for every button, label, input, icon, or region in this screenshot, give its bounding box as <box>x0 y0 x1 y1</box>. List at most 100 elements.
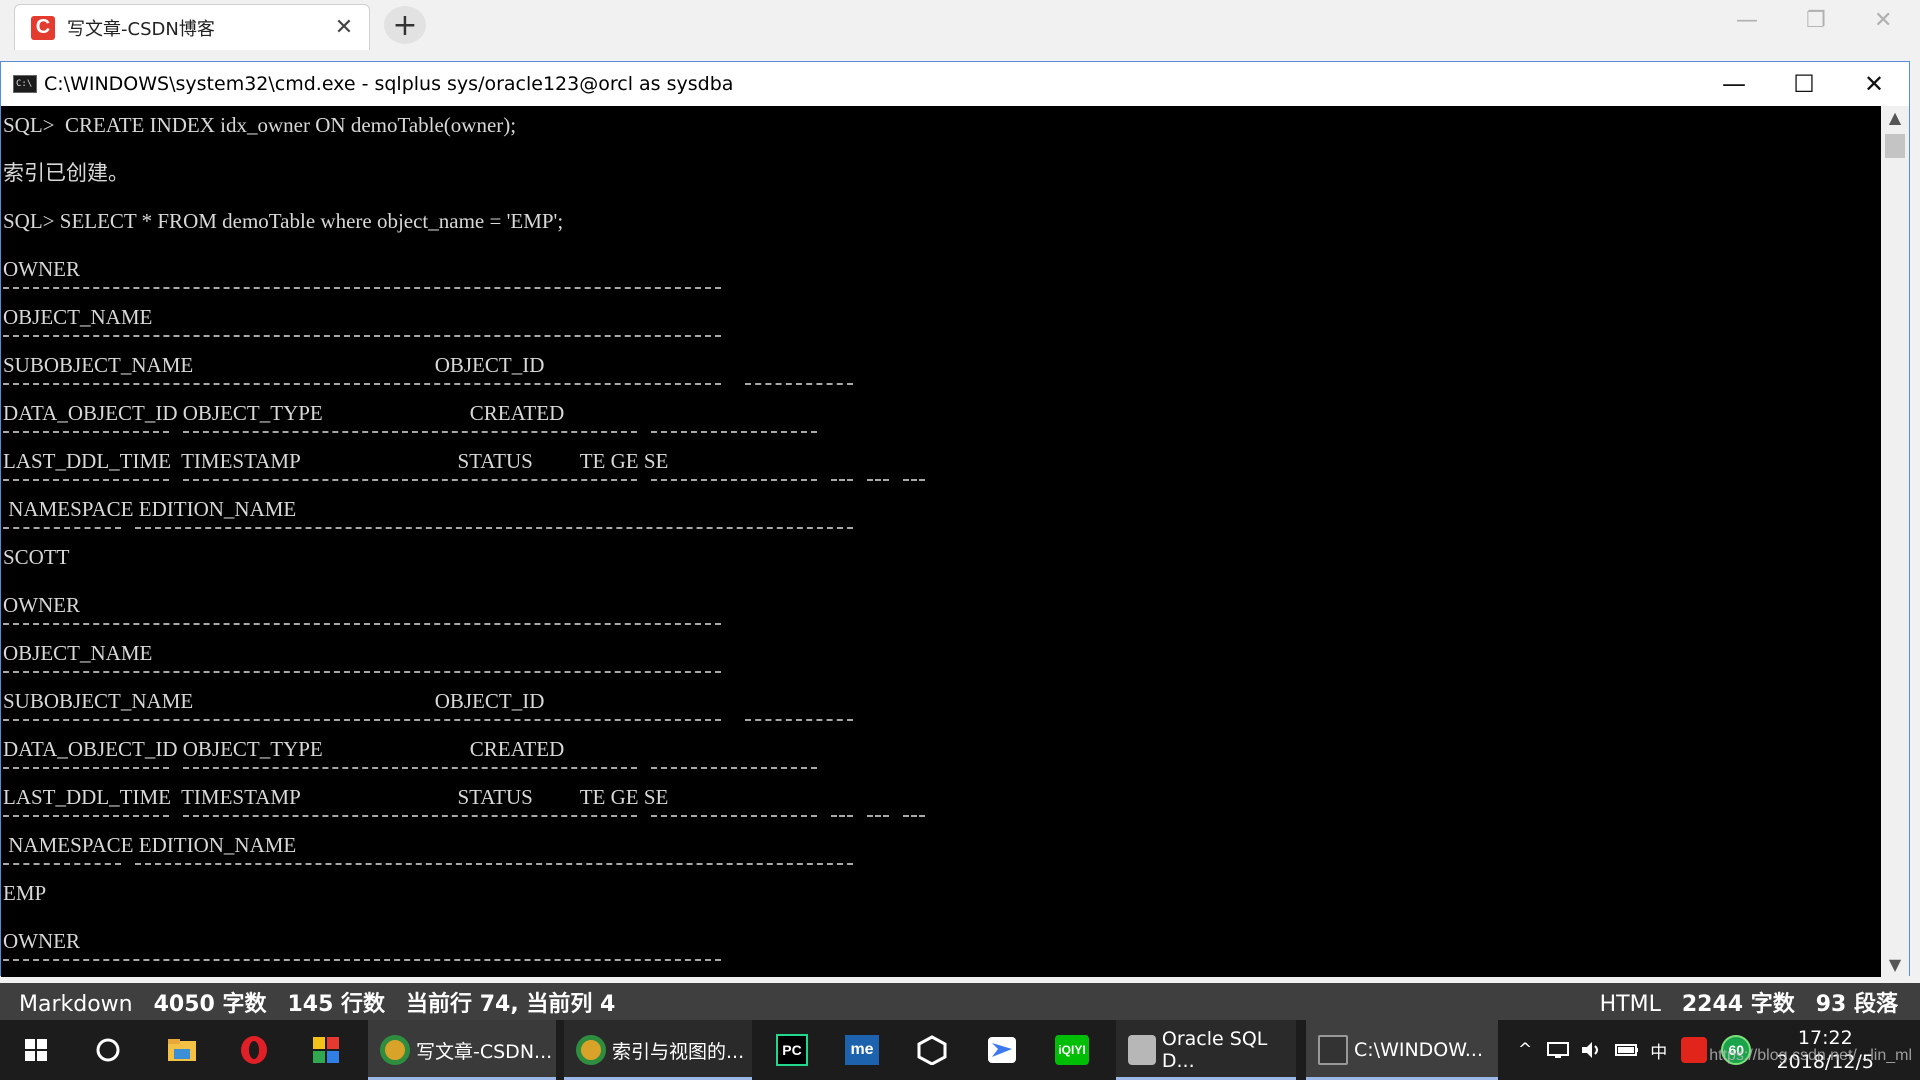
taskbar-app-label: C:\WINDOW... <box>1354 1039 1483 1061</box>
taskbar-app-oracle-sql-developer[interactable]: Oracle SQL D... <box>1116 1020 1296 1080</box>
start-button[interactable] <box>16 1020 56 1080</box>
column-underline <box>3 815 169 817</box>
cmd-icon: C:\ <box>13 75 37 93</box>
console-line: SUBOBJECT_NAME OBJECT_ID <box>3 353 545 377</box>
watermark-text: https://blog.csdn.net/...lin_ml <box>1709 1047 1912 1064</box>
cmd-maximize-button[interactable]: ☐ <box>1769 62 1839 106</box>
column-underline <box>745 719 853 721</box>
ime-indicator[interactable]: 中 <box>1650 1038 1667 1063</box>
column-underline <box>745 383 853 385</box>
taskbar-app-chrome-1[interactable]: 写文章-CSDN... <box>368 1020 556 1080</box>
battery-icon[interactable] <box>1614 1040 1640 1060</box>
volume-icon[interactable] <box>1580 1040 1604 1060</box>
browser-tab[interactable]: C 写文章-CSDN博客 ✕ <box>14 4 370 50</box>
opera-button[interactable] <box>232 1020 276 1080</box>
column-underline <box>3 287 721 289</box>
tray-chevron-icon[interactable]: ^ <box>1518 1040 1532 1060</box>
taskbar-app-chrome-2[interactable]: 索引与视图的... <box>564 1020 752 1080</box>
taskbar-app-cmd[interactable]: C:\WINDOW... <box>1306 1020 1498 1080</box>
browser-minimize-button[interactable]: — <box>1736 8 1758 33</box>
feishu-button[interactable] <box>980 1020 1024 1080</box>
column-underline <box>3 767 169 769</box>
cmd-title-bar[interactable]: C:\ C:\WINDOWS\system32\cmd.exe - sqlplu… <box>1 62 1909 106</box>
cmd-icon <box>1318 1035 1348 1065</box>
console-line: OBJECT_NAME <box>3 641 153 665</box>
column-underline <box>651 815 817 817</box>
console-line: OBJECT_NAME <box>3 305 153 329</box>
markdown-editor-icon: me <box>845 1035 879 1065</box>
file-explorer-button[interactable] <box>160 1020 204 1080</box>
status-right-paras: 93 段落 <box>1815 991 1898 1017</box>
console-line: SQL> CREATE INDEX idx_owner ON demoTable… <box>3 113 517 137</box>
console-line: 索引已创建。 <box>3 161 129 185</box>
console-output[interactable]: SQL> CREATE INDEX idx_owner ON demoTable… <box>1 106 1883 977</box>
markdown-editor-button[interactable]: me <box>840 1020 884 1080</box>
pycharm-button[interactable]: PC <box>770 1020 814 1080</box>
console-line: OWNER <box>3 593 80 617</box>
status-right: HTML 2244 字数 93 段落 <box>1600 986 1898 1018</box>
cmd-minimize-button[interactable]: — <box>1699 62 1769 106</box>
cmd-close-button[interactable]: ✕ <box>1839 62 1909 106</box>
unity-icon <box>917 1035 947 1065</box>
status-mode: Markdown <box>19 991 133 1017</box>
pycharm-icon: PC <box>776 1034 808 1066</box>
console-line: DATA_OBJECT_ID OBJECT_TYPE CREATED <box>3 737 565 761</box>
column-underline <box>867 479 889 481</box>
column-underline <box>3 959 721 961</box>
console-line: LAST_DDL_TIME TIMESTAMP STATUS TE GE SE <box>3 449 669 473</box>
console-line: LAST_DDL_TIME TIMESTAMP STATUS TE GE SE <box>3 785 669 809</box>
scroll-down-icon[interactable]: ▼ <box>1881 953 1909 977</box>
opera-icon <box>241 1036 267 1064</box>
column-underline <box>183 431 637 433</box>
oracle-sql-developer-icon <box>1128 1035 1156 1065</box>
column-underline <box>3 335 721 337</box>
new-tab-button[interactable]: + <box>384 6 426 44</box>
status-lines: 145 行数 <box>287 991 386 1017</box>
network-icon[interactable] <box>1546 1040 1570 1060</box>
scrollbar-thumb[interactable] <box>1885 134 1905 158</box>
column-underline <box>3 383 721 385</box>
column-underline <box>3 527 121 529</box>
column-underline <box>3 671 721 673</box>
paper-plane-icon <box>988 1037 1016 1063</box>
cmd-window: C:\ C:\WINDOWS\system32\cmd.exe - sqlplu… <box>0 61 1910 977</box>
column-underline <box>3 719 721 721</box>
pinned-app-button[interactable] <box>304 1020 348 1080</box>
taskbar-app-label: Oracle SQL D... <box>1161 1028 1268 1072</box>
tab-close-icon[interactable]: ✕ <box>329 15 359 40</box>
windows-logo-icon <box>25 1039 47 1061</box>
column-underline <box>651 431 817 433</box>
taskbar-app-label: 写文章-CSDN... <box>416 1040 553 1063</box>
console-line: SUBOBJECT_NAME OBJECT_ID <box>3 689 545 713</box>
cortana-circle-icon <box>96 1038 120 1062</box>
sogou-input-icon[interactable] <box>1681 1037 1708 1063</box>
column-underline <box>3 431 169 433</box>
iqiyi-button[interactable]: iQIYI <box>1050 1020 1094 1080</box>
status-chars: 4050 字数 <box>153 991 267 1017</box>
column-underline <box>831 479 853 481</box>
console-line: OWNER <box>3 929 80 953</box>
folder-icon <box>168 1039 196 1061</box>
column-underline <box>183 815 637 817</box>
cortana-button[interactable] <box>88 1020 128 1080</box>
column-underline <box>831 815 853 817</box>
chrome-icon <box>576 1035 606 1065</box>
column-underline <box>183 479 637 481</box>
unity-button[interactable] <box>910 1020 954 1080</box>
browser-close-button[interactable]: ✕ <box>1874 8 1892 33</box>
scroll-up-icon[interactable]: ▲ <box>1881 106 1909 130</box>
column-underline <box>3 863 121 865</box>
cmd-window-title: C:\WINDOWS\system32\cmd.exe - sqlplus sy… <box>44 73 734 95</box>
console-line: DATA_OBJECT_ID OBJECT_TYPE CREATED <box>3 401 565 425</box>
column-underline <box>135 527 853 529</box>
console-line: EMP <box>3 881 47 905</box>
console-line: NAMESPACE EDITION_NAME <box>3 833 297 857</box>
browser-restore-button[interactable]: ❐ <box>1806 8 1826 33</box>
console-line: OWNER <box>3 257 80 281</box>
browser-tab-strip: C 写文章-CSDN博客 ✕ + — ❐ ✕ <box>0 0 1920 50</box>
column-underline <box>135 863 853 865</box>
column-underline <box>903 479 925 481</box>
console-line: SQL> SELECT * FROM demoTable where objec… <box>3 209 564 233</box>
console-scrollbar[interactable]: ▲ ▼ <box>1881 106 1909 977</box>
column-underline <box>3 479 169 481</box>
